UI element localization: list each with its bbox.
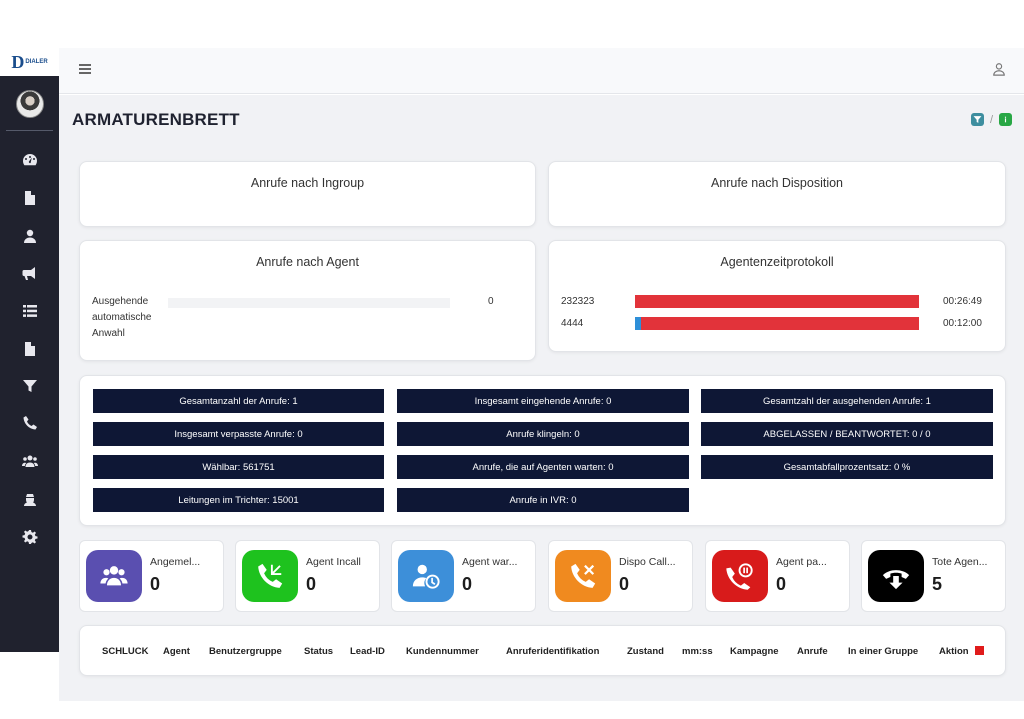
disposition-calls-panel: Anrufe nach Disposition xyxy=(548,161,1006,227)
tile-value: 0 xyxy=(150,574,161,594)
avatar[interactable] xyxy=(16,90,44,118)
call-stats-panel: Gesamtanzahl der Anrufe: 1 Insgesamt ein… xyxy=(79,375,1006,526)
stat-hopper-leads: Leitungen im Trichter: 15001 xyxy=(93,488,384,512)
menu-toggle-icon[interactable] xyxy=(79,64,91,74)
column-header[interactable]: Benutzergruppe xyxy=(209,646,282,657)
agent-row-label: Ausgehende automatische Anwahl xyxy=(92,296,152,339)
column-header[interactable]: Kampagne xyxy=(730,646,779,657)
stat-total-calls: Gesamtanzahl der Anrufe: 1 xyxy=(93,389,384,413)
column-header[interactable]: mm:ss xyxy=(682,646,713,657)
agent-waiting-icon xyxy=(398,550,454,602)
agent-calls-panel: Anrufe nach Agent Ausgehende automatisch… xyxy=(79,240,536,361)
tile-value: 0 xyxy=(306,574,317,594)
tile-label: Agent Incall xyxy=(306,556,361,568)
user-icon[interactable] xyxy=(19,227,41,245)
tile-value: 0 xyxy=(462,574,473,594)
panel-title: Agentenzeitprotokoll xyxy=(720,255,834,269)
group-icon[interactable] xyxy=(19,452,41,470)
timelog-bar xyxy=(635,295,919,308)
stat-inbound-calls: Insgesamt eingehende Anrufe: 0 xyxy=(397,389,689,413)
tile-value: 5 xyxy=(932,574,943,594)
paused-call-icon xyxy=(712,550,768,602)
hangup-phone-icon xyxy=(555,550,611,602)
column-header[interactable]: Anrufe xyxy=(797,646,828,657)
column-header[interactable]: Anruferidentifikation xyxy=(506,646,599,657)
stat-ivr-calls: Anrufe in IVR: 0 xyxy=(397,488,689,512)
column-header[interactable]: Aktion xyxy=(939,646,969,657)
tile-label: Agent pa... xyxy=(776,556,827,568)
app-logo[interactable]: D DIALER xyxy=(0,48,59,76)
agent-row-value: 0 xyxy=(488,296,494,307)
tile-agent-paused[interactable]: Agent pa... 0 xyxy=(705,540,850,612)
sidebar-divider xyxy=(6,130,53,131)
tile-label: Dispo Call... xyxy=(619,556,676,568)
top-bar xyxy=(59,48,1024,94)
tile-dead-agents[interactable]: Tote Agen... 5 xyxy=(861,540,1006,612)
stat-missed-calls: Insgesamt verpasste Anrufe: 0 xyxy=(93,422,384,446)
stat-dropped-answered: ABGELASSEN / BEANTWORTET: 0 / 0 xyxy=(701,422,993,446)
column-header[interactable]: Agent xyxy=(163,646,190,657)
tile-label: Agent war... xyxy=(462,556,518,568)
stat-ringing-calls: Anrufe klingeln: 0 xyxy=(397,422,689,446)
tile-label: Angemel... xyxy=(150,556,201,568)
filter-icon[interactable] xyxy=(970,113,984,126)
column-header[interactable]: In einer Gruppe xyxy=(848,646,918,657)
timelog-time: 00:12:00 xyxy=(943,318,982,329)
stat-waiting-calls: Anrufe, die auf Agenten warten: 0 xyxy=(397,455,689,479)
realtime-agents-table: SCHLUCK Agent Benutzergruppe Status Lead… xyxy=(79,625,1006,676)
document-icon[interactable] xyxy=(19,340,41,358)
stat-drop-percentage: Gesamtabfallprozentsatz: 0 % xyxy=(701,455,993,479)
settings-icon[interactable] xyxy=(19,528,41,546)
tile-agent-waiting[interactable]: Agent war... 0 xyxy=(391,540,536,612)
phone-icon[interactable] xyxy=(19,414,41,432)
info-icon[interactable] xyxy=(999,113,1012,126)
tile-label: Tote Agen... xyxy=(932,556,988,568)
timelog-agent-id: 232323 xyxy=(561,296,595,307)
tile-value: 0 xyxy=(619,574,630,594)
panel-title: Anrufe nach Ingroup xyxy=(250,176,365,190)
dashboard-icon[interactable] xyxy=(19,151,41,169)
agent-time-log-panel: Agentenzeitprotokoll 232323 00:26:49 444… xyxy=(548,240,1006,352)
agent-row-bar xyxy=(168,298,450,308)
timelog-row: 4444 00:12:00 xyxy=(561,317,991,331)
panel-title: Anrufe nach Disposition xyxy=(710,176,844,190)
ingroup-calls-panel: Anrufe nach Ingroup xyxy=(79,161,536,227)
column-header[interactable]: Status xyxy=(304,646,333,657)
megaphone-icon[interactable] xyxy=(19,264,41,282)
tile-dispo-call[interactable]: Dispo Call... 0 xyxy=(548,540,693,612)
panel-title: Anrufe nach Agent xyxy=(256,255,359,269)
file-icon[interactable] xyxy=(19,189,41,207)
timelog-bar-marker xyxy=(635,317,641,330)
page-title: ARMATURENBRETT xyxy=(72,110,240,129)
column-header[interactable]: SCHLUCK xyxy=(102,646,148,657)
timelog-agent-id: 4444 xyxy=(561,318,584,329)
breadcrumb: / xyxy=(970,113,1012,126)
timelog-time: 00:26:49 xyxy=(943,296,982,307)
tile-value: 0 xyxy=(776,574,787,594)
incoming-call-icon xyxy=(242,550,298,602)
tile-logged-in-agents[interactable]: Angemel... 0 xyxy=(79,540,224,612)
timelog-row: 232323 00:26:49 xyxy=(561,295,991,309)
tile-agent-incall[interactable]: Agent Incall 0 xyxy=(235,540,380,612)
list-icon[interactable] xyxy=(19,302,41,320)
users-icon xyxy=(86,550,142,602)
filter-icon[interactable] xyxy=(19,377,41,395)
stat-dialable: Wählbar: 561751 xyxy=(93,455,384,479)
breadcrumb-separator: / xyxy=(989,113,993,126)
user-menu-icon[interactable] xyxy=(992,62,1006,76)
column-header[interactable]: Lead-ID xyxy=(350,646,385,657)
agent-icon[interactable] xyxy=(19,490,41,508)
dead-agent-icon xyxy=(868,550,924,602)
column-header[interactable]: Kundennummer xyxy=(406,646,479,657)
timelog-bar xyxy=(635,317,919,330)
page-footer-space xyxy=(0,701,1024,719)
action-indicator[interactable] xyxy=(975,646,984,655)
stat-outbound-calls: Gesamtzahl der ausgehenden Anrufe: 1 xyxy=(701,389,993,413)
column-header[interactable]: Zustand xyxy=(627,646,664,657)
